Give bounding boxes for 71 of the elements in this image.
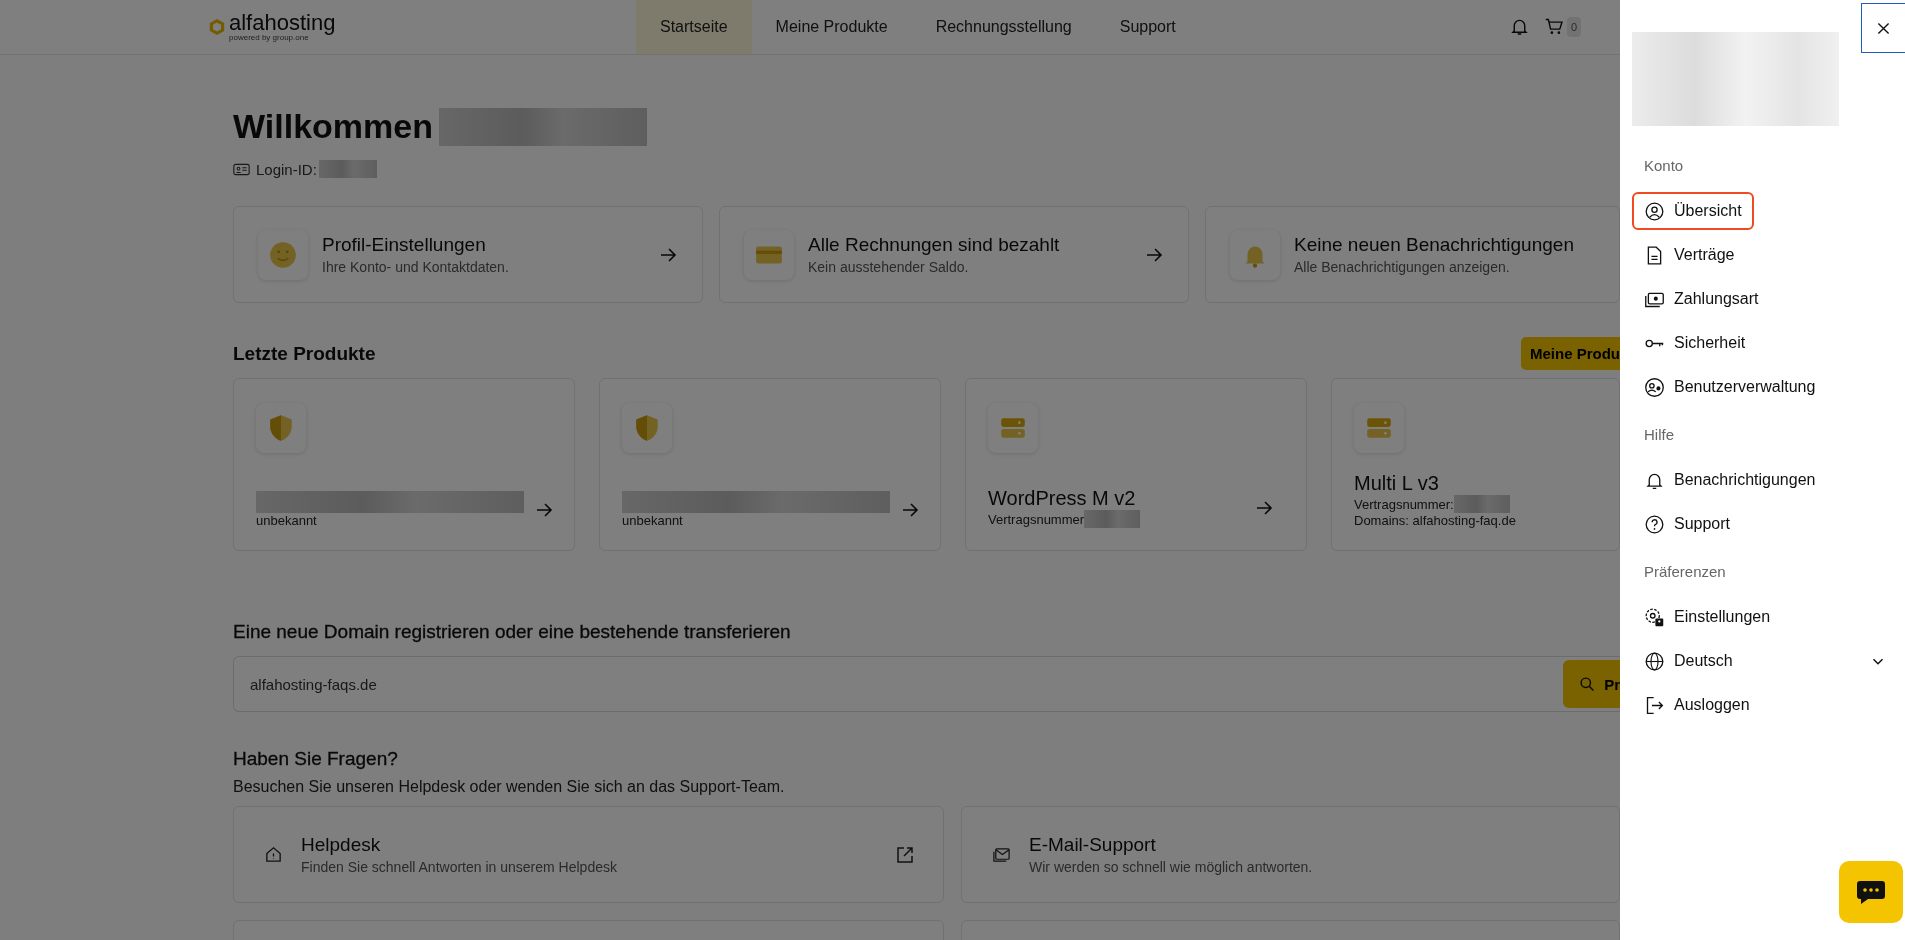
quick-card[interactable]: Profil-Einstellungen Ihre Konto- und Kontaktdaten.: [233, 206, 703, 303]
menu-section-title: Präferenzen: [1643, 562, 1727, 582]
menu-section-title: Hilfe: [1643, 425, 1675, 445]
logout-icon: [1644, 694, 1665, 716]
external-link-icon[interactable]: [895, 844, 915, 865]
search-icon: [1579, 675, 1597, 693]
cart-icon[interactable]: [1544, 16, 1565, 37]
chat-icon: [1856, 878, 1886, 906]
nav-tab[interactable]: Support: [1095, 0, 1200, 54]
close-button[interactable]: [1861, 3, 1905, 53]
menu-section-title: Konto: [1643, 156, 1685, 176]
menu-item[interactable]: Benachrichtigungen: [1632, 461, 1893, 499]
nav-tab[interactable]: Rechnungsstellung: [911, 0, 1096, 54]
menu-item[interactable]: Ausloggen: [1632, 686, 1893, 724]
logo-tagline: powered by group.one: [229, 34, 309, 42]
welcome-title: Willkommen: [233, 107, 433, 146]
product-detail: unbekannt: [622, 513, 683, 528]
product-name: WordPress M v2: [988, 487, 1137, 510]
mail-icon: [992, 845, 1011, 864]
help-icon: [1644, 513, 1665, 535]
card-subtitle: Kein ausstehender Saldo.: [808, 259, 970, 275]
menu-item[interactable]: Support: [1632, 505, 1893, 543]
menu-item[interactable]: Zahlungsart: [1632, 280, 1893, 318]
nav-tab[interactable]: Meine Produkte: [751, 0, 912, 54]
product-card[interactable]: unbekannt: [233, 378, 575, 551]
smiley-icon: [268, 239, 298, 270]
settings-icon: [1644, 606, 1665, 628]
card-title: Keine neuen Benachrichtigungen: [1294, 234, 1575, 256]
menu-item[interactable]: Benutzerverwaltung: [1632, 368, 1893, 406]
nav-tab[interactable]: Startseite: [636, 0, 752, 54]
card-title: E-Mail-Support: [1029, 834, 1157, 856]
menu-item[interactable]: Einstellungen: [1632, 598, 1893, 636]
product-card[interactable]: WordPress M v2 Vertragsnummer: [965, 378, 1307, 551]
user-icon: [1644, 200, 1665, 222]
house-icon: [264, 845, 283, 864]
help-card[interactable]: E-Mail-Support Wir werden so schnell wie möglich antworten.: [961, 806, 1620, 903]
product-detail: Vertragsnummer:: [1354, 496, 1454, 512]
logo-icon: [208, 18, 226, 36]
my-products-button[interactable]: Meine Produ: [1521, 337, 1620, 370]
section-title: Haben Sie Fragen?: [233, 748, 399, 770]
menu-item[interactable]: Deutsch: [1632, 642, 1893, 680]
card-title: Alle Rechnungen sind bezahlt: [808, 234, 1061, 256]
product-detail: Domains: alfahosting-faq.de: [1354, 513, 1516, 528]
menu-item[interactable]: Sicherheit: [1632, 324, 1893, 362]
section-title: Eine neue Domain registrieren oder eine bestehende transferieren: [233, 621, 792, 643]
product-name: Multi L v3: [1354, 472, 1440, 495]
product-detail: Vertragsnummer: [988, 511, 1085, 527]
card-subtitle: Wir werden so schnell wie möglich antworten.: [1029, 859, 1314, 875]
menu-item[interactable]: Übersicht: [1632, 192, 1754, 230]
product-card[interactable]: unbekannt: [599, 378, 941, 551]
product-card[interactable]: Multi L v3 Vertragsnummer: Domains: alfahosting-faq.de: [1331, 378, 1620, 551]
search-button[interactable]: Pr: [1563, 660, 1620, 708]
chat-button[interactable]: [1839, 861, 1903, 923]
product-detail: unbekannt: [256, 513, 317, 528]
domain-input[interactable]: alfahosting-faqs.de Pr: [233, 656, 1620, 712]
quick-card[interactable]: Alle Rechnungen sind bezahlt Kein ausstehender Saldo.: [719, 206, 1189, 303]
card-title: Helpdesk: [301, 834, 382, 856]
card-subtitle: Alle Benachrichtigungen anzeigen.: [1294, 259, 1511, 275]
card-subtitle: Finden Sie schnell Antworten in unserem Helpdesk: [301, 859, 618, 875]
section-subtitle: Besuchen Sie unseren Helpdesk oder wenden Sie sich an das Support-Team.: [233, 778, 786, 796]
users-icon: [1644, 376, 1665, 398]
globe-icon: [1644, 650, 1665, 672]
cart-count: 0: [1567, 16, 1582, 37]
quick-card[interactable]: Keine neuen Benachrichtigungen Alle Benachrichtigungen anzeigen.: [1205, 206, 1620, 303]
card-title: Profil-Einstellungen: [322, 234, 487, 256]
logo-text: alfahosting: [229, 12, 336, 34]
card-subtitle: Ihre Konto- und Kontaktdaten.: [322, 259, 510, 275]
login-id-label: Login-ID:: [256, 160, 317, 178]
help-card[interactable]: Helpdesk Finden Sie schnell Antworten in unserem Helpdesk: [233, 806, 944, 903]
section-title: Letzte Produkte: [233, 342, 376, 365]
menu-item[interactable]: Verträge: [1632, 236, 1893, 274]
